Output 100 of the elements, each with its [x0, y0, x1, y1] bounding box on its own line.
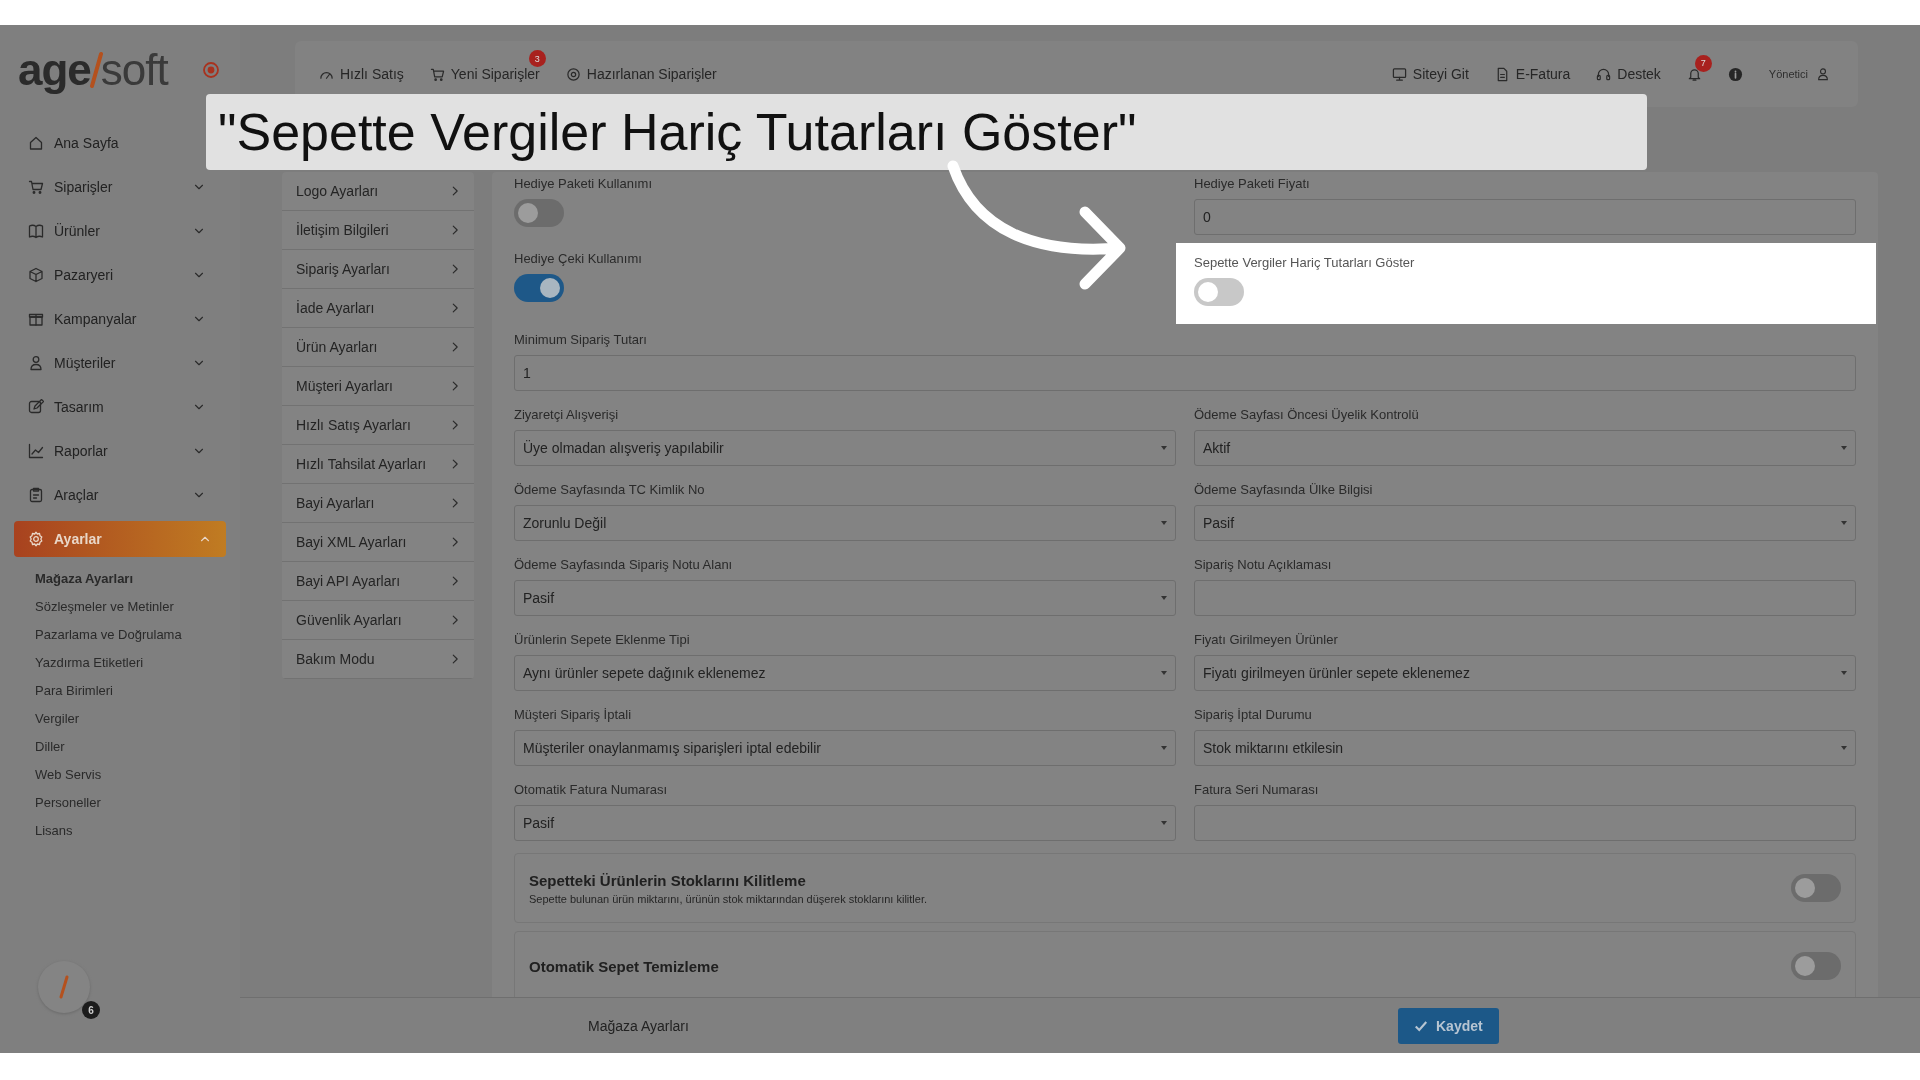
settings-menu-item[interactable]: Sipariş Ayarları — [282, 250, 474, 289]
sidebar-subitem[interactable]: Web Servis — [35, 767, 240, 782]
top-nav-link[interactable]: Hazırlanan Siparişler — [565, 66, 717, 82]
chart-icon — [28, 443, 44, 459]
sidebar-subitem[interactable]: Mağaza Ayarları — [35, 571, 240, 586]
slash-icon — [59, 975, 69, 999]
cart-icon — [429, 66, 445, 82]
field-label: Minimum Sipariş Tutarı — [514, 332, 648, 347]
dropdown-field[interactable]: Pasif — [1194, 505, 1856, 541]
dropdown-field[interactable]: Müşteriler onaylanmamış siparişleri iptal edebilir — [514, 730, 1176, 766]
field-label: Fiyatı Girilmeyen Ürünler — [1194, 632, 1339, 647]
settings-menu-item[interactable]: Logo Ayarları — [282, 172, 474, 211]
top-nav-link[interactable]: Yeni Siparişler — [429, 66, 540, 82]
dropdown-field[interactable]: Üye olmadan alışveriş yapılabilir — [514, 430, 1176, 466]
toggle-switch[interactable] — [1194, 278, 1244, 306]
cart-icon — [28, 179, 44, 195]
settings-menu-item[interactable]: Güvenlik Ayarları — [282, 601, 474, 640]
sidebar-subitem[interactable]: Sözleşmeler ve Metinler — [35, 599, 240, 614]
setting-title: Otomatik Sepet Temizleme — [529, 957, 719, 975]
field-label: Sipariş İptal Durumu — [1194, 707, 1313, 722]
settings-menu-item[interactable]: İade Ayarları — [282, 289, 474, 328]
field-label: Ziyaretçi Alışverişi — [514, 407, 620, 422]
sidebar-item[interactable]: Ürünler — [14, 213, 206, 249]
settings-menu-item[interactable]: Bayi API Ayarları — [282, 562, 474, 601]
user-icon — [1816, 67, 1830, 81]
save-button[interactable]: Kaydet — [1398, 1007, 1499, 1044]
sidebar-subitem[interactable]: Vergiler — [35, 711, 240, 726]
sidebar-subitem[interactable]: Diller — [35, 739, 240, 754]
input-field[interactable]: 0 — [1194, 199, 1856, 235]
notification-badge: 7 — [1694, 54, 1712, 72]
settings-menu-item[interactable]: Hızlı Satış Ayarları — [282, 406, 474, 445]
toggle-switch[interactable] — [514, 274, 564, 302]
avatar-circle[interactable] — [38, 961, 90, 1013]
field-label: Ödeme Sayfasında Sipariş Notu Alanı — [514, 557, 734, 572]
input-field[interactable]: 1 — [514, 355, 1856, 391]
field-label: Hediye Çeki Kullanımı — [514, 251, 643, 266]
setting-title: Sepetteki Ürünlerin Stoklarını Kilitleme — [529, 871, 807, 889]
sidebar-item[interactable]: Ayarlar — [14, 521, 226, 557]
logo-text: age — [18, 45, 91, 95]
field-label: Sepette Vergiler Hariç Tutarları Göster — [1194, 255, 1416, 270]
dropdown-field[interactable]: Pasif — [514, 805, 1176, 841]
field-label: Müşteri Sipariş İptali — [514, 707, 633, 722]
settings-menu-item[interactable]: Bakım Modu — [282, 640, 474, 679]
dropdown-field[interactable]: Zorunlu Değil — [514, 505, 1176, 541]
top-nav-link[interactable]: Destek — [1596, 66, 1661, 82]
sidebar-item[interactable]: Pazaryeri — [14, 257, 206, 293]
field-label: Fatura Seri Numarası — [1194, 782, 1320, 797]
monitor-icon — [1391, 66, 1407, 82]
top-nav-link[interactable]: Hızlı Satış — [319, 66, 404, 82]
user-name[interactable]: Yönetici — [1768, 68, 1808, 80]
dropdown-field[interactable]: Fiyatı girilmeyen ürünler sepete eklenemez — [1194, 655, 1856, 691]
sidebar-item[interactable]: Tasarım — [14, 389, 206, 425]
settings-menu-item[interactable]: Hızlı Tahsilat Ayarları — [282, 445, 474, 484]
footer-title: Mağaza Ayarları — [588, 1017, 690, 1034]
sidebar-item[interactable]: Ana Sayfa — [14, 125, 206, 161]
book-icon — [28, 223, 44, 239]
dropdown-field[interactable]: Stok miktarını etkilesin — [1194, 730, 1856, 766]
sidebar-item[interactable]: Müşteriler — [14, 345, 206, 381]
count-badge: 3 — [528, 50, 546, 67]
headset-icon — [1596, 66, 1612, 82]
field-label: Hediye Paketi Fiyatı — [1194, 176, 1311, 191]
settings-menu-item[interactable]: Ürün Ayarları — [282, 328, 474, 367]
sidebar-subitem[interactable]: Para Birimleri — [35, 683, 240, 698]
toggle-switch[interactable] — [1791, 952, 1841, 980]
sidebar-item[interactable]: Araçlar — [14, 477, 206, 513]
sidebar-item[interactable]: Raporlar — [14, 433, 206, 469]
field-label: Hediye Paketi Kullanımı — [514, 176, 653, 191]
toggle-switch[interactable] — [514, 199, 564, 227]
setting-description: Sepette bulunan ürün miktarını, ürünün stok miktarından düşerek stoklarını kilitler. — [529, 892, 928, 905]
settings-menu-item[interactable]: İletişim Bilgileri — [282, 211, 474, 250]
settings-menu-item[interactable]: Bayi XML Ayarları — [282, 523, 474, 562]
logo-text: soft — [100, 45, 168, 95]
sidebar-subitem[interactable]: Yazdırma Etiketleri — [35, 655, 240, 670]
info-icon[interactable] — [1727, 66, 1743, 82]
sidebar-subitem[interactable]: Lisans — [35, 823, 240, 838]
field-label: Otomatik Fatura Numarası — [514, 782, 669, 797]
home-icon — [28, 135, 44, 151]
top-nav-link[interactable]: Siteyi Git — [1391, 66, 1469, 82]
dropdown-field[interactable]: Aktif — [1194, 430, 1856, 466]
sidebar-item[interactable]: Kampanyalar — [14, 301, 206, 337]
dropdown-field[interactable]: Aynı ürünler sepete dağınık eklenemez — [514, 655, 1176, 691]
box-icon — [28, 267, 44, 283]
sidebar-subitem[interactable]: Pazarlama ve Doğrulama — [35, 627, 240, 642]
pen-icon — [28, 399, 44, 415]
field-label: Ürünlerin Sepete Eklenme Tipi — [514, 632, 691, 647]
target-icon[interactable] — [201, 61, 220, 79]
field-label: Ödeme Sayfasında Ülke Bilgisi — [1194, 482, 1374, 497]
sidebar-item[interactable]: Siparişler — [14, 169, 206, 205]
callout-caption: "Sepette Vergiler Hariç Tutarları Göster" — [206, 94, 1647, 170]
dropdown-field[interactable]: Pasif — [514, 580, 1176, 616]
settings-menu-item[interactable]: Müşteri Ayarları — [282, 367, 474, 406]
top-nav-link[interactable]: E-Fatura — [1494, 66, 1571, 82]
field-label: Ödeme Sayfası Öncesi Üyelik Kontrolü — [1194, 407, 1420, 422]
field-label: Ödeme Sayfasında TC Kimlik No — [514, 482, 706, 497]
clipboard-icon — [28, 487, 44, 503]
toggle-switch[interactable] — [1791, 874, 1841, 902]
field-label: Sipariş Notu Açıklaması — [1194, 557, 1333, 572]
sidebar-subitem[interactable]: Personeller — [35, 795, 240, 810]
bell-icon — [1686, 66, 1702, 82]
settings-menu-item[interactable]: Bayi Ayarları — [282, 484, 474, 523]
